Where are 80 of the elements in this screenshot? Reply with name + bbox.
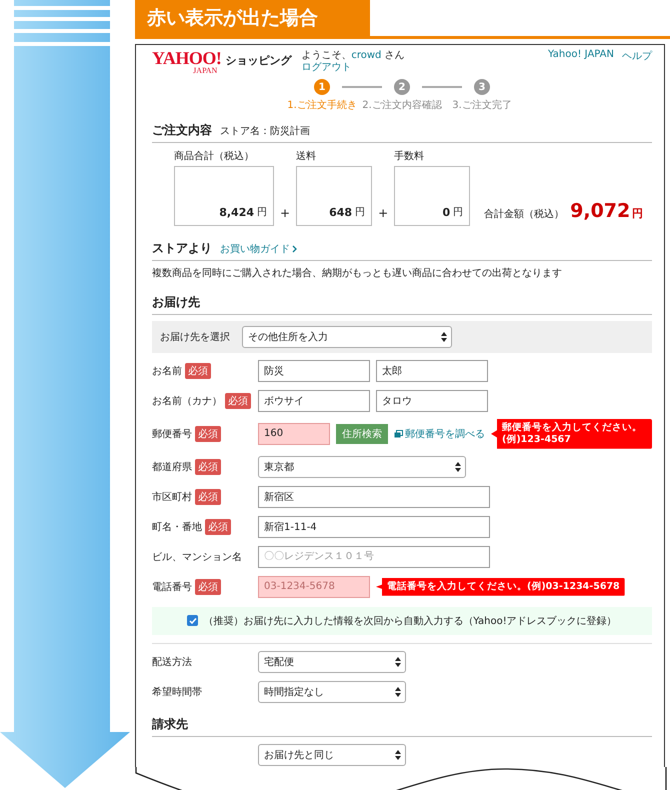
billing-select[interactable]: お届け先と同じ: [258, 744, 406, 766]
section-heading: ストアより: [152, 240, 212, 257]
currency-unit: 円: [632, 206, 644, 221]
input-field[interactable]: 03-1234-5678: [258, 576, 370, 598]
logo-text: YAHOO!: [152, 49, 222, 67]
store-name: ストア名：防災計画: [220, 124, 310, 138]
input-field[interactable]: 防災: [258, 360, 370, 382]
input-field[interactable]: 〇〇レジデンス１０１号: [258, 546, 490, 568]
field-label: 都道府県: [152, 460, 192, 474]
required-badge: 必須: [195, 578, 221, 595]
input-field[interactable]: 新宿1-11-4: [258, 516, 490, 538]
field-label: お名前（カナ）: [152, 395, 222, 408]
logout-link[interactable]: ログアウト: [301, 62, 405, 74]
input-field[interactable]: 160: [258, 422, 330, 445]
amount-value: 0: [442, 206, 450, 219]
dropdown[interactable]: 宅配便: [258, 650, 406, 673]
header-link[interactable]: Yahoo! JAPAN: [548, 49, 614, 63]
address-select[interactable]: その他住所を入力: [242, 326, 452, 348]
zip-lookup-link[interactable]: 郵便番号を調べる: [405, 426, 485, 441]
field-label: 希望時間帯: [152, 686, 202, 699]
store-notice-text: 複数商品を同時にご購入された場合、納期がもっとも遅い商品に合わせての出荷となります: [152, 266, 563, 280]
error-tooltip: 郵便番号を入力してください。(例)123-4567: [491, 419, 652, 449]
up-down-caret-icon: [455, 462, 461, 472]
currency-unit: 円: [257, 206, 267, 219]
total-label: 合計金額（税込）: [484, 208, 564, 221]
amount-label: 商品合計（税込）: [174, 150, 255, 163]
up-down-caret-icon: [441, 332, 447, 342]
field-label: お届け先を選択: [160, 330, 230, 344]
amount-value: 8,424: [219, 206, 254, 219]
checkbox[interactable]: [187, 615, 198, 626]
required-badge: 必須: [225, 393, 251, 409]
step-number: 3: [474, 79, 490, 95]
section-heading: お届け先: [152, 294, 200, 311]
section-heading: ご注文内容: [152, 122, 212, 139]
up-down-caret-icon: [395, 656, 401, 667]
currency-unit: 円: [355, 206, 366, 219]
required-badge: 必須: [205, 518, 231, 535]
step-number: 2: [394, 79, 410, 95]
amount-label: 送料: [296, 150, 318, 163]
step-number: 1: [314, 79, 330, 95]
field-label: ビル、マンション名: [152, 550, 242, 564]
required-badge: 必須: [195, 458, 221, 475]
welcome-text: ようこそ、crowd さん: [301, 50, 405, 62]
prefecture-select[interactable]: 東京都: [258, 456, 466, 478]
currency-unit: 円: [453, 206, 464, 219]
required-badge: 必須: [195, 426, 221, 442]
error-tooltip: 電話番号を入力してください。(例)03-1234-5678: [376, 578, 625, 596]
input-field[interactable]: タロウ: [376, 390, 488, 412]
window-icon: [394, 430, 403, 438]
step-label: 1.ご注文手続き: [287, 98, 357, 112]
required-badge: 必須: [185, 363, 211, 379]
amount-value: 648: [329, 206, 352, 219]
username-link[interactable]: crowd: [351, 50, 382, 61]
input-field[interactable]: 太郎: [376, 360, 488, 382]
step-label: 3.ご注文完了: [452, 98, 512, 112]
shopping-guide-link[interactable]: お買い物ガイド: [220, 242, 290, 256]
section-heading: 請求先: [152, 716, 188, 733]
dropdown[interactable]: 時間指定なし: [258, 680, 406, 703]
section-title: 赤い表示が出た場合: [135, 0, 370, 36]
field-label: 町名・番地: [152, 520, 202, 534]
plus-sign: +: [378, 206, 388, 222]
field-label: 配送方法: [152, 656, 192, 669]
logo-subtext: JAPAN: [193, 67, 218, 75]
field-label: 市区町村: [152, 490, 192, 504]
field-label: お名前: [152, 365, 182, 378]
input-field[interactable]: ボウサイ: [258, 390, 370, 412]
up-down-caret-icon: [395, 750, 401, 760]
chevron-right-icon: [292, 245, 297, 253]
field-label: 電話番号: [152, 580, 192, 594]
amount-label: 手数料: [394, 150, 426, 163]
header-link[interactable]: ヘルプ: [622, 49, 652, 63]
required-badge: 必須: [195, 488, 221, 505]
up-down-caret-icon: [395, 686, 401, 697]
checkbox-label: （推奨）お届け先に入力した情報を次回から自動入力する（Yahoo!アドレスブックに登録）: [203, 614, 617, 628]
service-name: ショッピング: [225, 53, 292, 68]
plus-sign: +: [280, 206, 290, 222]
step-label: 2.ご注文内容確認: [362, 98, 442, 112]
field-label: 郵便番号: [152, 428, 192, 441]
input-field[interactable]: 新宿区: [258, 486, 490, 508]
total-amount: 9,072: [570, 200, 630, 222]
